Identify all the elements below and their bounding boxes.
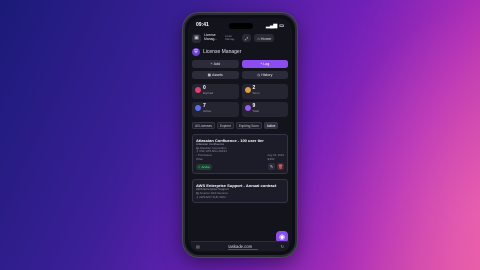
license-card[interactable]: AWS Enterprise Support - Annual contract… bbox=[192, 179, 288, 204]
shield-icon: ⛨ bbox=[192, 48, 200, 56]
history-button[interactable]: ◷ History bbox=[241, 71, 288, 79]
filter-tabs: All Licenses Expired Expiring Soon Activ… bbox=[192, 122, 288, 129]
tab-expired[interactable]: Expired bbox=[217, 122, 234, 129]
stat-total[interactable]: 9 Total bbox=[241, 102, 288, 117]
check-icon: ✓ bbox=[198, 164, 201, 169]
action-row-2: ▦ Assets ◷ History bbox=[192, 71, 288, 79]
reader-icon[interactable]: ▤ bbox=[196, 244, 200, 249]
main-content: ⛨ License Manager + Add + Log ▦ Assets ◷ His… bbox=[192, 47, 288, 204]
clock-icon: ◷ bbox=[257, 73, 261, 77]
edit-button[interactable]: ✎ bbox=[268, 163, 275, 171]
stat-expired[interactable]: 0 Expired bbox=[192, 84, 239, 99]
pencil-icon: ✎ bbox=[269, 164, 274, 170]
tab-all-licenses[interactable]: All Licenses bbox=[192, 122, 216, 129]
expand-icon: ⤢ bbox=[245, 35, 249, 41]
signal-icon: ▂▄▆ bbox=[266, 23, 278, 29]
plus-icon: + bbox=[210, 62, 213, 66]
phone-frame: 09:41 ▂▄▆ ▭ ▣ License Manag... Licen Man… bbox=[183, 13, 297, 257]
status-time: 09:41 bbox=[196, 22, 209, 28]
app-subtitle: Licen Manag... bbox=[225, 33, 237, 41]
expand-button[interactable]: ⤢ bbox=[242, 34, 252, 42]
trash-icon: 🗑 bbox=[277, 164, 284, 170]
status-bar: 09:41 ▂▄▆ ▭ bbox=[196, 22, 284, 30]
app-title: License Manag... bbox=[204, 33, 218, 41]
app-top-bar: ▣ License Manag... Licen Manag... ⤢ ⌂ Hom… bbox=[192, 32, 288, 44]
stats-grid: 0 Expired 2 Soon 7 Active 9 Total bbox=[192, 84, 288, 117]
layers-icon bbox=[244, 105, 251, 111]
chat-icon: ◉ bbox=[278, 234, 286, 241]
page-header: ⛨ License Manager bbox=[192, 47, 288, 57]
phone-screen: 09:41 ▂▄▆ ▭ ▣ License Manag... Licen Man… bbox=[188, 18, 292, 252]
stat-active[interactable]: 7 Active bbox=[192, 102, 239, 117]
app-switcher-icon[interactable]: ▣ bbox=[192, 33, 201, 43]
tab-active[interactable]: Active bbox=[263, 122, 279, 129]
check-icon bbox=[195, 105, 201, 111]
background-glow bbox=[330, 0, 480, 270]
grid-icon: ▦ bbox=[207, 73, 212, 77]
alert-icon bbox=[195, 87, 201, 93]
action-row-1: + Add + Log bbox=[192, 60, 288, 68]
page-title: License Manager bbox=[203, 49, 242, 55]
tab-expiring-soon[interactable]: Expiring Soon bbox=[235, 122, 262, 129]
battery-icon: ▭ bbox=[279, 23, 284, 29]
add-button[interactable]: + Add bbox=[192, 60, 239, 68]
clock-icon bbox=[244, 87, 251, 93]
home-button[interactable]: ⌂ Home bbox=[254, 34, 275, 42]
log-button[interactable]: + Log bbox=[241, 60, 288, 68]
delete-button[interactable]: 🗑 bbox=[277, 163, 284, 171]
stat-soon[interactable]: 2 Soon bbox=[241, 84, 288, 99]
assets-button[interactable]: ▦ Assets bbox=[192, 71, 239, 79]
plus-icon: + bbox=[260, 62, 263, 66]
key-icon: ⚷ bbox=[196, 194, 199, 199]
home-icon: ⌂ bbox=[257, 35, 260, 41]
reload-icon[interactable]: ↻ bbox=[281, 244, 284, 249]
home-indicator bbox=[228, 248, 258, 250]
status-badge: ✓ Active bbox=[196, 163, 212, 170]
license-card[interactable]: Atlassian Confluence - 100 user tier Atl… bbox=[192, 134, 288, 175]
